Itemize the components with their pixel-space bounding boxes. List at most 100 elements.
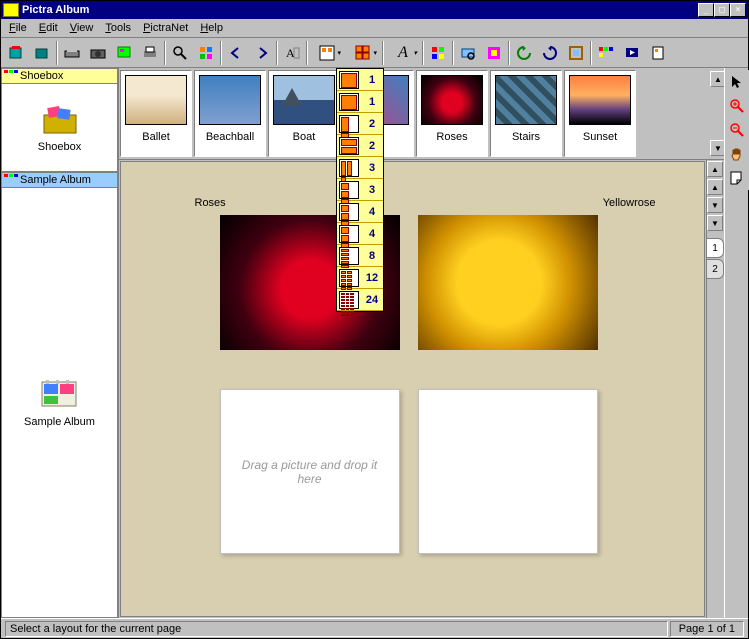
thumb-image: [125, 75, 187, 125]
layout-option-3-5[interactable]: 3: [337, 179, 383, 201]
menu-pictranet[interactable]: PictraNet: [137, 20, 194, 36]
layout-option-8-8[interactable]: 8: [337, 245, 383, 267]
page-first[interactable]: ▲: [707, 161, 723, 177]
page-style-dropdown[interactable]: [310, 41, 344, 65]
right-toolbar: [724, 68, 748, 618]
layout-option-3-4[interactable]: 3: [337, 157, 383, 179]
layout-thumb-icon: [339, 71, 359, 89]
album-icon: [40, 378, 80, 410]
photo-slot-2[interactable]: Yellowrose: [418, 215, 598, 350]
layout-thumb-icon: [339, 291, 359, 309]
camera-button[interactable]: [86, 41, 110, 65]
shoebox-header-label: Shoebox: [20, 70, 63, 82]
layout-dropdown[interactable]: [346, 41, 380, 65]
turn-page-tool[interactable]: [725, 166, 749, 190]
open-button[interactable]: [30, 41, 54, 65]
status-bar: Select a layout for the current page Pag…: [1, 618, 748, 638]
photo-slot-4-empty[interactable]: [418, 389, 598, 554]
thumb-boat[interactable]: Boat: [268, 70, 340, 157]
page-last[interactable]: ▼: [707, 215, 723, 231]
photo-slot-3-empty[interactable]: Drag a picture and drop it here: [220, 389, 400, 554]
page-canvas[interactable]: Roses Yellowrose Drag a picture and drop…: [120, 161, 705, 617]
effects-button[interactable]: [482, 41, 506, 65]
rotate-left-button[interactable]: [512, 41, 536, 65]
status-page: Page 1 of 1: [670, 621, 744, 637]
menu-view[interactable]: View: [64, 20, 100, 36]
layout-option-12-9[interactable]: 12: [337, 267, 383, 289]
caption-roses: Roses: [195, 197, 226, 209]
redo-button[interactable]: [250, 41, 274, 65]
hand-tool[interactable]: [725, 142, 749, 166]
layout-option-2-3[interactable]: 2: [337, 135, 383, 157]
sample-album-header[interactable]: Sample Album: [1, 172, 118, 188]
page-tab-2[interactable]: 2: [707, 259, 724, 279]
thumb-label: Sunset: [583, 131, 617, 143]
menu-help[interactable]: Help: [194, 20, 229, 36]
sample-album-item[interactable]: Sample Album: [1, 188, 118, 618]
layout-option-2-2[interactable]: 2: [337, 113, 383, 135]
thumb-image: [569, 75, 631, 125]
thumb-beachball[interactable]: Beachball: [194, 70, 266, 157]
page-scrollbar: ▲ ▲ ▼ ▼ 1 2: [706, 160, 724, 618]
layout-count: 12: [363, 272, 381, 284]
print-button[interactable]: [138, 41, 162, 65]
thumb-ballet[interactable]: Ballet: [120, 70, 192, 157]
menu-file[interactable]: File: [3, 20, 33, 36]
layout-option-4-6[interactable]: 4: [337, 201, 383, 223]
layout-thumb-icon: [339, 269, 359, 287]
layout-option-1-0[interactable]: 1: [337, 69, 383, 91]
thumb-stairs[interactable]: Stairs: [490, 70, 562, 157]
layout-count: 1: [363, 74, 381, 86]
layout-count: 1: [363, 96, 381, 108]
layout-count: 4: [363, 228, 381, 240]
text-tool-button[interactable]: A: [280, 41, 304, 65]
thumb-sunset[interactable]: Sunset: [564, 70, 636, 157]
page-tab-1[interactable]: 1: [707, 238, 724, 258]
frame-button[interactable]: [564, 41, 588, 65]
menu-tools[interactable]: Tools: [99, 20, 137, 36]
thumb-image: [495, 75, 557, 125]
maximize-button[interactable]: □: [714, 3, 730, 17]
toolbar: A A: [1, 38, 748, 68]
undo-button[interactable]: [224, 41, 248, 65]
zoom-in-tool[interactable]: [725, 94, 749, 118]
layout-count: 2: [363, 118, 381, 130]
layout-option-24-10[interactable]: 24: [337, 289, 383, 311]
font-dropdown[interactable]: A: [386, 41, 420, 65]
empty-hint: Drag a picture and drop it here: [241, 458, 379, 486]
thumb-roses[interactable]: Roses: [416, 70, 488, 157]
thumb-label: Ballet: [142, 131, 170, 143]
layout-dropdown-menu: 1122334481224: [336, 68, 384, 312]
pointer-tool[interactable]: [725, 70, 749, 94]
scanner-button[interactable]: [60, 41, 84, 65]
layout-option-4-7[interactable]: 4: [337, 223, 383, 245]
status-hint: Select a layout for the current page: [5, 621, 668, 637]
canvas-wrap: Roses Yellowrose Drag a picture and drop…: [119, 160, 724, 618]
zoom-out-tool[interactable]: [725, 118, 749, 142]
sample-album-header-label: Sample Album: [20, 174, 91, 186]
slideshow-button[interactable]: [620, 41, 644, 65]
shoebox-header[interactable]: Shoebox: [1, 68, 118, 84]
thumbnails-button[interactable]: [594, 41, 618, 65]
layout-option-1-1[interactable]: 1: [337, 91, 383, 113]
import-button[interactable]: [112, 41, 136, 65]
new-album-button[interactable]: [4, 41, 28, 65]
page-prev[interactable]: ▲: [707, 179, 723, 195]
minimize-button[interactable]: _: [698, 3, 714, 17]
menu-edit[interactable]: Edit: [33, 20, 64, 36]
thumb-label: Boat: [293, 131, 316, 143]
grid-view-button[interactable]: [426, 41, 450, 65]
zoom-button[interactable]: [456, 41, 480, 65]
shoebox-icon: [40, 103, 80, 135]
close-button[interactable]: ×: [730, 3, 746, 17]
page-view-button[interactable]: [646, 41, 670, 65]
rotate-right-button[interactable]: [538, 41, 562, 65]
page-next[interactable]: ▼: [707, 197, 723, 213]
thumb-image: [421, 75, 483, 125]
find-button[interactable]: [168, 41, 192, 65]
shoebox-item[interactable]: Shoebox: [1, 84, 118, 172]
layout-thumb-icon: [339, 247, 359, 265]
sort-button[interactable]: [194, 41, 218, 65]
sample-album-label: Sample Album: [24, 416, 95, 428]
shoebox-label: Shoebox: [38, 141, 81, 153]
